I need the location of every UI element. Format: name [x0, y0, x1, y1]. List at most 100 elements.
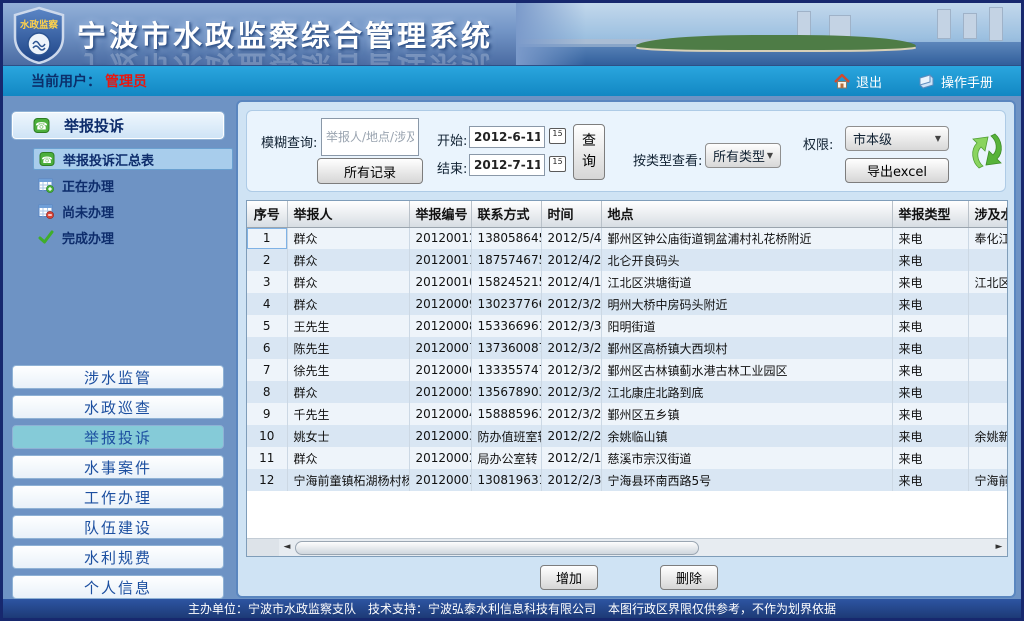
- home-icon: [834, 74, 850, 89]
- table-row[interactable]: 3群众20120010158245215972012/4/17江北区洪塘街道来电…: [247, 271, 1008, 293]
- start-date-input[interactable]: [469, 126, 545, 148]
- manual-button[interactable]: 操作手册: [918, 72, 993, 91]
- table-cell: 2012/4/17: [541, 271, 601, 293]
- column-header[interactable]: 举报编号: [409, 201, 471, 227]
- svg-text:☎: ☎: [35, 122, 47, 133]
- refresh-icon[interactable]: [969, 128, 1005, 178]
- table-cell: 群众: [287, 293, 409, 315]
- table-row[interactable]: 8群众20120005135678903902012/3/26江北康庄北路到底来…: [247, 381, 1008, 403]
- chevron-down-icon: ▼: [767, 151, 773, 160]
- table-remove-icon: [37, 203, 54, 220]
- table-row[interactable]: 5王先生20120008153366961212012/3/31阳明街道来电: [247, 315, 1008, 337]
- table-cell: 13335574778: [471, 359, 541, 381]
- end-calendar-icon[interactable]: 15: [549, 156, 566, 172]
- scroll-left-button[interactable]: ◄: [279, 539, 295, 556]
- table-cell: 来电: [892, 249, 968, 271]
- filter-bar: 模糊查询: 所有记录 开始: 15 结束: 15 查询 按类型查看: 所有类型 …: [246, 110, 1006, 192]
- sidebar-menu-item-5[interactable]: 工作办理: [12, 485, 224, 509]
- table-cell: 来电: [892, 271, 968, 293]
- sidebar-subitem-1[interactable]: ☎ 举报投诉汇总表: [33, 148, 233, 170]
- table-cell: 来电: [892, 469, 968, 491]
- sidebar-subitem-2[interactable]: 正在办理: [33, 174, 233, 196]
- table-cell: [968, 249, 1008, 271]
- table-cell: 宁海前溪: [968, 469, 1008, 491]
- column-header[interactable]: 涉及水域: [968, 201, 1008, 227]
- table-cell: 来电: [892, 315, 968, 337]
- table-cell: 来电: [892, 403, 968, 425]
- table-cell: 余姚临山镇: [601, 425, 892, 447]
- table-row[interactable]: 6陈先生20120007137360087292012/3/29鄞州区高桥镇大西…: [247, 337, 1008, 359]
- table-cell: 慈溪市宗汉街道: [601, 447, 892, 469]
- sidebar-menu: 涉水监管水政巡查举报投诉水事案件工作办理队伍建设水利规费个人信息: [12, 365, 224, 605]
- table-cell: 来电: [892, 381, 968, 403]
- scrollbar-track[interactable]: [295, 541, 991, 555]
- sidebar-subitem-4[interactable]: 完成办理: [33, 226, 233, 248]
- svg-text:☎: ☎: [41, 156, 52, 166]
- column-header[interactable]: 地点: [601, 201, 892, 227]
- table-cell: 18757467537: [471, 249, 541, 271]
- scrollbar-thumb[interactable]: [295, 541, 699, 555]
- sidebar-menu-item-4[interactable]: 水事案件: [12, 455, 224, 479]
- table-cell: 余姚新奄: [968, 425, 1008, 447]
- table-cell: 2012/3/29: [541, 293, 601, 315]
- sidebar-menu-item-8[interactable]: 个人信息: [12, 575, 224, 599]
- table-cell: 来电: [892, 447, 968, 469]
- table-row[interactable]: 1群众20120012138058645282012/5/4鄞州区钟公庙街道铜盆…: [247, 227, 1008, 249]
- column-header[interactable]: 联系方式: [471, 201, 541, 227]
- table-cell: [968, 381, 1008, 403]
- permission-select[interactable]: 市本级 ▼: [845, 126, 949, 151]
- sidebar-menu-item-1[interactable]: 涉水监管: [12, 365, 224, 389]
- scroll-right-button[interactable]: ►: [991, 539, 1007, 556]
- table-cell: 20120012: [409, 227, 471, 249]
- sidebar-group-header[interactable]: ☎ 举报投诉: [12, 112, 224, 139]
- type-filter-select[interactable]: 所有类型 ▼: [705, 143, 781, 168]
- search-input[interactable]: [321, 118, 419, 156]
- table-cell: 防办值班室转: [471, 425, 541, 447]
- table-cell: [968, 293, 1008, 315]
- table-row[interactable]: 2群众20120011187574675372012/4/23北仑开良码头来电: [247, 249, 1008, 271]
- sidebar-subitem-3[interactable]: 尚未办理: [33, 200, 233, 222]
- table-row[interactable]: 10姚女士20120003防办值班室转2012/2/23余姚临山镇来电余姚新奄: [247, 425, 1008, 447]
- sidebar-menu-item-3[interactable]: 举报投诉: [12, 425, 224, 449]
- start-calendar-icon[interactable]: 15: [549, 128, 566, 144]
- table-row[interactable]: 9千先生20120004158885963252012/3/23鄞州区五乡镇来电: [247, 403, 1008, 425]
- table-cell: 2012/2/10: [541, 447, 601, 469]
- app-header: 水政监察 宁波市水政监察综合管理系统 宁波市水政监察综合管理系统: [3, 3, 1021, 66]
- table-cell: [968, 337, 1008, 359]
- table-cell: 2012/3/29: [541, 337, 601, 359]
- column-header[interactable]: 举报类型: [892, 201, 968, 227]
- table-cell: 2: [247, 249, 287, 271]
- column-header[interactable]: 时间: [541, 201, 601, 227]
- table-row[interactable]: 4群众20120009130237766492012/3/29明州大桥中房码头附…: [247, 293, 1008, 315]
- add-button[interactable]: 增加: [540, 565, 598, 590]
- end-date-input[interactable]: [469, 154, 545, 176]
- table-cell: 2012/3/23: [541, 403, 601, 425]
- table-row[interactable]: 7徐先生20120006133355747782012/3/29鄞州区古林镇蓟水…: [247, 359, 1008, 381]
- delete-button[interactable]: 删除: [660, 565, 718, 590]
- query-button[interactable]: 查询: [573, 124, 605, 180]
- table-cell: 2012/3/29: [541, 359, 601, 381]
- export-excel-button[interactable]: 导出excel: [845, 158, 949, 183]
- sidebar-subitem-label: 尚未办理: [62, 202, 114, 221]
- logout-button[interactable]: 退出: [834, 72, 882, 91]
- phone-icon: ☎: [38, 151, 55, 168]
- table-cell: 鄞州区高桥镇大西坝村: [601, 337, 892, 359]
- sidebar-menu-item-6[interactable]: 队伍建设: [12, 515, 224, 539]
- sidebar-subitem-label: 举报投诉汇总表: [63, 150, 154, 169]
- sidebar-menu-item-2[interactable]: 水政巡查: [12, 395, 224, 419]
- sidebar-menu-item-7[interactable]: 水利规费: [12, 545, 224, 569]
- table-cell: [968, 447, 1008, 469]
- start-date-label: 开始:: [437, 130, 467, 149]
- table-cell: 2012/5/4: [541, 227, 601, 249]
- table-row[interactable]: 12宁海前童镇柘湖杨村杨伟林20120001130819631762012/2/…: [247, 469, 1008, 491]
- column-header[interactable]: 序号: [247, 201, 287, 227]
- table-row[interactable]: 11群众20120002局办公室转2012/2/10慈溪市宗汉街道来电: [247, 447, 1008, 469]
- all-records-button[interactable]: 所有记录: [317, 158, 423, 184]
- logout-label: 退出: [856, 72, 882, 91]
- table-cell: 鄞州区古林镇蓟水港古林工业园区: [601, 359, 892, 381]
- column-header[interactable]: 举报人: [287, 201, 409, 227]
- current-user-label: 当前用户：: [31, 71, 101, 91]
- footer: 主办单位：宁波市水政监察支队 技术支持：宁波弘泰水利信息科技有限公司 本图行政区…: [3, 599, 1021, 618]
- horizontal-scrollbar[interactable]: ◄ ►: [247, 538, 1007, 556]
- table-cell: 15824521597: [471, 271, 541, 293]
